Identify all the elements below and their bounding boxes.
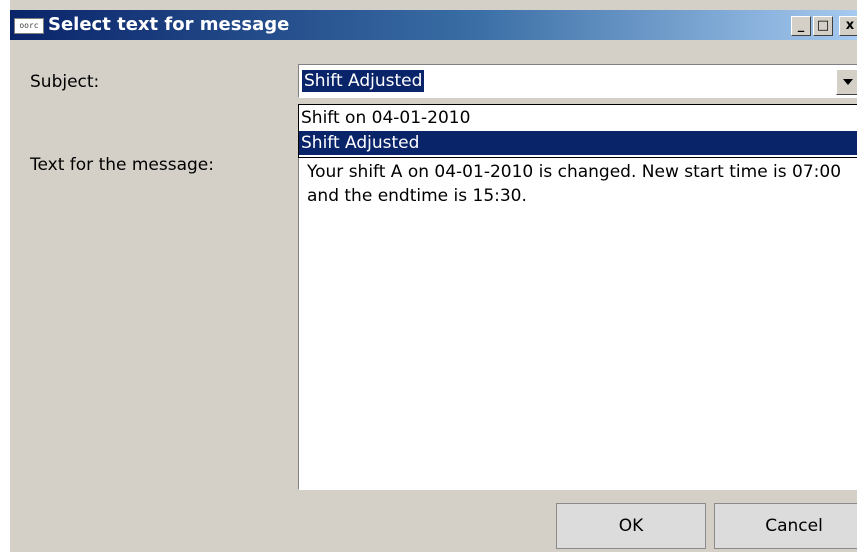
minimize-button[interactable]: _ bbox=[791, 16, 811, 36]
title-bar[interactable]: oorc Select text for message _ □ x bbox=[10, 10, 857, 40]
message-label: Text for the message: bbox=[30, 155, 214, 175]
dropdown-option-shift-on[interactable]: Shift on 04-01-2010 bbox=[299, 106, 857, 130]
subject-label: Subject: bbox=[30, 72, 100, 92]
subject-selected-value[interactable]: Shift Adjusted bbox=[302, 70, 425, 92]
subject-dropdown-list[interactable]: Shift on 04-01-2010 Shift Adjusted bbox=[298, 104, 857, 158]
close-button[interactable]: x bbox=[839, 16, 857, 36]
ok-button[interactable]: OK bbox=[556, 503, 706, 549]
triangle-down-icon bbox=[843, 79, 853, 85]
maximize-button[interactable]: □ bbox=[813, 16, 833, 36]
subject-combobox[interactable]: Shift Adjusted bbox=[298, 64, 857, 98]
app-icon[interactable]: oorc bbox=[14, 18, 44, 34]
dropdown-option-shift-adjusted[interactable]: Shift Adjusted bbox=[299, 131, 857, 155]
message-textarea[interactable]: Your shift A on 04-01-2010 is changed. N… bbox=[298, 158, 857, 490]
window-title: Select text for message bbox=[48, 14, 290, 35]
message-text: Your shift A on 04-01-2010 is changed. N… bbox=[307, 162, 842, 206]
cancel-button[interactable]: Cancel bbox=[714, 503, 857, 549]
dropdown-arrow-button[interactable] bbox=[836, 69, 857, 95]
dialog-window: oorc Select text for message _ □ x Subje… bbox=[0, 0, 857, 552]
